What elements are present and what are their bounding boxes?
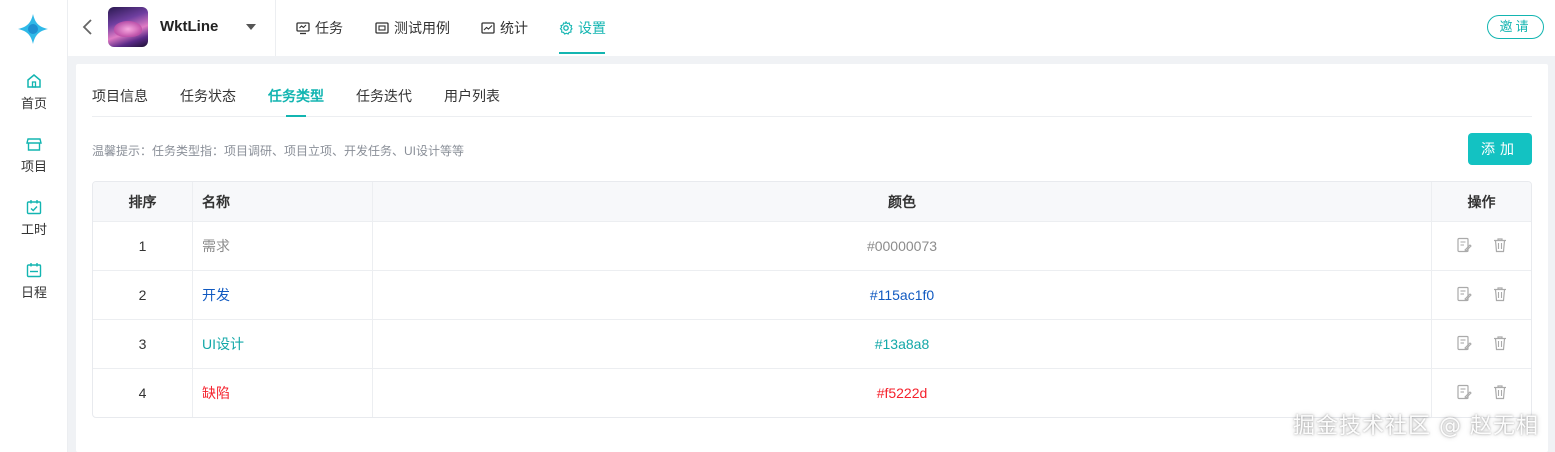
tab-test-cases[interactable]: 测试用例	[375, 18, 450, 38]
row-idx: 3	[93, 320, 193, 368]
chart-icon	[481, 22, 495, 34]
row-idx: 1	[93, 222, 193, 270]
edit-icon[interactable]	[1456, 286, 1472, 305]
subtab-user-list[interactable]: 用户列表	[444, 86, 500, 106]
topbar-divider	[275, 0, 276, 56]
add-button[interactable]: 添加	[1468, 133, 1532, 165]
delete-icon[interactable]	[1492, 384, 1508, 403]
back-chevron-icon[interactable]	[78, 16, 98, 38]
rail-label-schedule: 日程	[20, 285, 47, 300]
left-rail: 首页 项目 工时 日程	[0, 0, 68, 452]
row-color: #00000073	[373, 222, 1432, 270]
header-ops: 操作	[1467, 193, 1496, 210]
edit-icon[interactable]	[1456, 237, 1472, 256]
settings-panel: 项目信息 任务状态 任务类型 任务迭代 用户列表 温馨提示：任务类型指：项目调研…	[76, 64, 1548, 452]
rail-label-home: 首页	[20, 96, 47, 111]
project-name[interactable]: WktLine	[160, 18, 218, 35]
row-idx: 2	[93, 271, 193, 319]
tab-statistics-label: 统计	[500, 20, 528, 36]
gear-icon	[559, 21, 573, 35]
table-header: 排序 名称 颜色 操作	[93, 182, 1531, 221]
header-color: 颜色	[373, 182, 1432, 221]
rail-item-home[interactable]: 首页	[0, 73, 68, 112]
watermark-text: 掘金技术社区 @ 赵无相	[1293, 414, 1539, 439]
invite-button[interactable]: 邀请	[1487, 15, 1544, 39]
calendar-check-icon	[26, 200, 42, 215]
tip-text: 温馨提示：任务类型指：项目调研、项目立项、开发任务、UI设计等等	[92, 144, 465, 158]
header-idx: 排序	[93, 182, 193, 221]
tab-test-cases-label: 测试用例	[394, 20, 450, 36]
subtab-task-status[interactable]: 任务状态	[180, 86, 236, 106]
row-color: #13a8a8	[373, 320, 1432, 368]
edit-icon[interactable]	[1456, 335, 1472, 354]
row-color: #f5222d	[373, 369, 1432, 417]
home-icon	[27, 74, 41, 88]
project-dropdown-icon[interactable]	[246, 24, 256, 30]
active-subtab-underline	[286, 115, 306, 117]
test-case-icon	[375, 22, 389, 34]
subtab-project-info[interactable]: 项目信息	[92, 86, 148, 106]
delete-icon[interactable]	[1492, 286, 1508, 305]
row-ops	[1432, 222, 1531, 270]
table-row: 3 UI设计 #13a8a8	[93, 319, 1531, 368]
monitor-icon	[296, 22, 310, 35]
table-row: 1 需求 #00000073	[93, 221, 1531, 270]
header-name: 名称	[193, 182, 373, 221]
rail-item-hours[interactable]: 工时	[0, 199, 68, 238]
rail-item-projects[interactable]: 项目	[0, 136, 68, 175]
tab-tasks-label: 任务	[315, 20, 343, 36]
active-tab-underline	[559, 52, 605, 54]
row-name: UI设计	[193, 320, 373, 368]
top-bar: WktLine 任务 测试用例 统计 设置 邀请	[68, 0, 1555, 56]
rail-item-schedule[interactable]: 日程	[0, 262, 68, 301]
app-logo-icon[interactable]	[16, 12, 50, 46]
subtab-task-types[interactable]: 任务类型	[268, 86, 324, 106]
row-name: 开发	[193, 271, 373, 319]
project-avatar[interactable]	[108, 7, 148, 47]
row-idx: 4	[93, 369, 193, 417]
rail-label-hours: 工时	[20, 222, 47, 237]
tab-tasks[interactable]: 任务	[296, 18, 343, 38]
calendar-icon	[26, 263, 42, 278]
table-row: 2 开发 #115ac1f0	[93, 270, 1531, 319]
settings-subtabs: 项目信息 任务状态 任务类型 任务迭代 用户列表	[92, 64, 1532, 117]
tab-statistics[interactable]: 统计	[481, 18, 528, 38]
store-icon	[26, 138, 42, 151]
row-name: 需求	[193, 222, 373, 270]
row-name: 缺陷	[193, 369, 373, 417]
delete-icon[interactable]	[1492, 237, 1508, 256]
task-type-table: 排序 名称 颜色 操作 1 需求 #00000073 2 开发 #115ac1f0 3 UI设…	[92, 181, 1532, 418]
row-ops	[1432, 271, 1531, 319]
tab-settings[interactable]: 设置	[559, 18, 606, 38]
tab-settings-label: 设置	[578, 20, 606, 36]
delete-icon[interactable]	[1492, 335, 1508, 354]
row-ops	[1432, 320, 1531, 368]
row-color: #115ac1f0	[373, 271, 1432, 319]
rail-label-projects: 项目	[20, 159, 47, 174]
subtab-task-iterations[interactable]: 任务迭代	[356, 86, 412, 106]
edit-icon[interactable]	[1456, 384, 1472, 403]
